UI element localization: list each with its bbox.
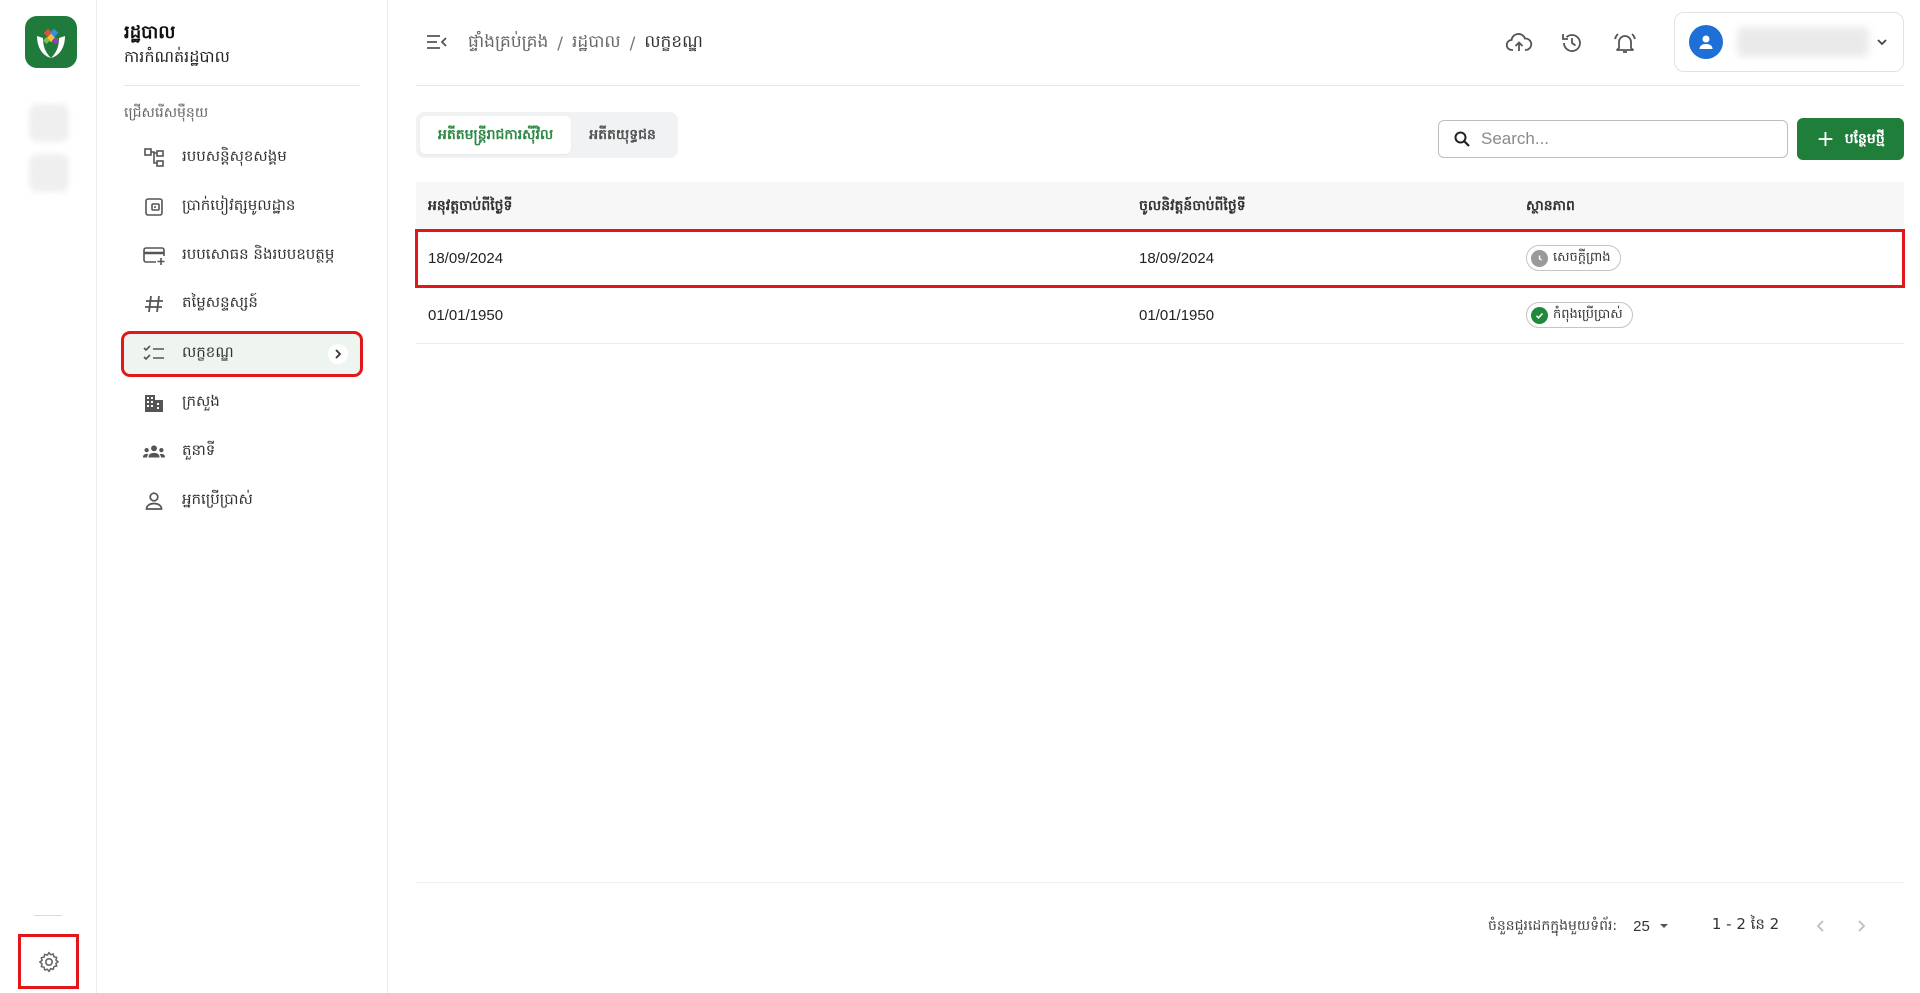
next-page-button[interactable] xyxy=(1849,914,1873,938)
sidebar-item-pension-allowance[interactable]: របបសោធន និងរបបឧបត្ថម្ភ xyxy=(124,236,360,276)
column-header-apply-from[interactable]: អនុវត្តចាប់ពីថ្ងៃទី xyxy=(428,196,512,217)
breadcrumb-item-dashboard[interactable]: ផ្ទាំងគ្រប់គ្រង xyxy=(468,31,548,56)
hands-logo-icon xyxy=(37,28,65,58)
cell-retire-from: 01/01/1950 xyxy=(1139,306,1215,324)
person-icon xyxy=(142,489,166,513)
sidebar-item-roles[interactable]: តួនាទី xyxy=(124,432,360,472)
cell-apply-from: 01/01/1950 xyxy=(428,306,504,324)
sidebar-item-index-value[interactable]: តម្លៃសន្ទស្សន៍ xyxy=(124,284,360,324)
user-menu[interactable] xyxy=(1674,12,1904,72)
page-range: 1 - 2 នៃ 2 xyxy=(1711,915,1780,933)
clock-icon xyxy=(1531,249,1548,267)
sidebar-item-label: ក្រសួង xyxy=(182,392,220,410)
table-row[interactable]: 01/01/1950 01/01/1950 កំពុងប្រើប្រាស់ xyxy=(416,287,1904,344)
add-new-button[interactable]: + បន្ថែមថ្មី xyxy=(1797,118,1904,160)
cell-retire-from: 18/09/2024 xyxy=(1139,249,1215,267)
table-footer-divider xyxy=(416,882,1904,883)
category-tabs: អតីតមន្ត្រីរាជការស៊ីវិល អតីតយុទ្ធជន xyxy=(416,112,678,158)
user-avatar-icon xyxy=(1699,35,1713,49)
breadcrumb-separator: / xyxy=(557,33,564,54)
sidebar-item-label: ប្រាក់បៀវត្សមូលដ្ឋាន xyxy=(182,196,296,214)
cloud-upload-icon xyxy=(1505,33,1533,51)
rail-divider xyxy=(34,915,62,916)
search-box xyxy=(1438,120,1788,158)
pagination: ចំនួនជួរដេកក្នុងមួយទំព័រ: 25 1 - 2 នៃ 2 xyxy=(1488,914,1873,938)
sidebar: រដ្ឋបាល ការកំណត់រដ្ឋបាល ជ្រើសរើសម៉ឺនុយ រ… xyxy=(97,0,388,993)
hash-icon xyxy=(142,292,166,316)
bell-ring-icon xyxy=(1614,33,1636,53)
status-badge: សេចក្តីព្រាង xyxy=(1526,245,1621,271)
rows-per-page-value: 25 xyxy=(1633,917,1650,935)
gear-icon xyxy=(38,951,59,972)
app-logo[interactable] xyxy=(25,16,77,68)
chevron-right-icon xyxy=(1858,920,1866,932)
checklist-icon xyxy=(142,342,166,366)
user-name-blurred xyxy=(1737,27,1869,57)
caret-down-icon xyxy=(1659,924,1668,928)
status-label: សេចក្តីព្រាង xyxy=(1553,249,1611,265)
rows-per-page-select[interactable]: 25 xyxy=(1633,918,1672,935)
chevron-right-icon xyxy=(328,344,348,364)
card-add-icon xyxy=(142,244,166,268)
sidebar-item-label: អ្នកប្រើប្រាស់ xyxy=(182,490,253,508)
search-icon xyxy=(1454,131,1470,147)
breadcrumb-item-admin[interactable]: រដ្ឋបាល xyxy=(572,31,621,56)
wallet-icon xyxy=(142,195,166,219)
sidebar-item-label: របបសោធន និងរបបឧបត្ថម្ភ xyxy=(182,245,335,263)
table-header: អនុវត្តចាប់ពីថ្ងៃទី ចូលនិវត្តន៍ចាប់ពីថ្ង… xyxy=(416,182,1904,230)
menu-collapse-icon xyxy=(427,35,447,49)
collapse-menu-button[interactable] xyxy=(424,30,450,54)
icon-rail xyxy=(0,0,97,993)
tab-former-civil-servants[interactable]: អតីតមន្ត្រីរាជការស៊ីវិល xyxy=(420,116,572,154)
previous-page-button[interactable] xyxy=(1809,914,1833,938)
column-header-retire-from[interactable]: ចូលនិវត្តន៍ចាប់ពីថ្ងៃទី xyxy=(1139,196,1246,217)
hierarchy-icon xyxy=(142,146,166,170)
breadcrumb-separator: / xyxy=(629,33,636,54)
sidebar-subtitle: ការកំណត់រដ្ឋបាល xyxy=(124,47,230,66)
sidebar-title: រដ្ឋបាល xyxy=(124,22,176,43)
rows-per-page-label: ចំនួនជួរដេកក្នុងមួយទំព័រ: xyxy=(1488,917,1618,934)
sidebar-item-label: តួនាទី xyxy=(182,441,216,459)
building-icon xyxy=(142,391,166,415)
add-new-label: បន្ថែមថ្មី xyxy=(1844,130,1885,147)
avatar xyxy=(1689,25,1723,59)
breadcrumb-item-current: លក្ខខណ្ឌ xyxy=(644,32,703,52)
sidebar-section-label: ជ្រើសរើសម៉ឺនុយ xyxy=(124,105,209,121)
history-icon xyxy=(1562,34,1581,52)
chevron-down-icon xyxy=(1875,35,1889,54)
sidebar-item-base-salary[interactable]: ប្រាក់បៀវត្សមូលដ្ឋាន xyxy=(124,187,360,227)
sidebar-item-label: តម្លៃសន្ទស្សន៍ xyxy=(182,293,258,311)
breadcrumb: ផ្ទាំងគ្រប់គ្រង / រដ្ឋបាល / លក្ខខណ្ឌ xyxy=(468,31,703,56)
sidebar-item-label: របបសន្តិសុខសង្គម xyxy=(182,147,287,165)
sidebar-item-label: លក្ខខណ្ឌ xyxy=(182,343,234,361)
column-header-status[interactable]: ស្ថានភាព xyxy=(1526,196,1575,217)
sidebar-item-users[interactable]: អ្នកប្រើប្រាស់ xyxy=(124,481,360,521)
upload-button[interactable] xyxy=(1504,28,1534,58)
sidebar-item-conditions[interactable]: លក្ខខណ្ឌ xyxy=(121,331,363,377)
notifications-button[interactable] xyxy=(1610,28,1640,58)
search-input[interactable] xyxy=(1481,129,1771,149)
table-row[interactable]: 18/09/2024 18/09/2024 សេចក្តីព្រាង xyxy=(415,229,1905,288)
sidebar-item-ministry[interactable]: ក្រសួង xyxy=(124,383,360,423)
rail-item-blurred[interactable] xyxy=(29,154,69,192)
cell-apply-from: 18/09/2024 xyxy=(428,249,504,267)
plus-icon: + xyxy=(1816,126,1835,152)
top-bar: ផ្ទាំងគ្រប់គ្រង / រដ្ឋបាល / លក្ខខណ្ឌ xyxy=(416,0,1904,86)
group-icon xyxy=(142,440,166,464)
history-button[interactable] xyxy=(1557,28,1587,58)
check-circle-icon xyxy=(1531,306,1548,324)
sidebar-divider xyxy=(124,85,360,86)
settings-button[interactable] xyxy=(18,934,79,989)
tab-veterans[interactable]: អតីតយុទ្ធជន xyxy=(571,116,674,154)
rail-item-blurred[interactable] xyxy=(29,104,69,142)
sidebar-item-social-security[interactable]: របបសន្តិសុខសង្គម xyxy=(124,138,360,178)
chevron-left-icon xyxy=(1816,920,1824,932)
status-label: កំពុងប្រើប្រាស់ xyxy=(1553,306,1623,322)
conditions-table: អនុវត្តចាប់ពីថ្ងៃទី ចូលនិវត្តន៍ចាប់ពីថ្ង… xyxy=(415,182,1905,344)
status-badge: កំពុងប្រើប្រាស់ xyxy=(1526,302,1633,328)
